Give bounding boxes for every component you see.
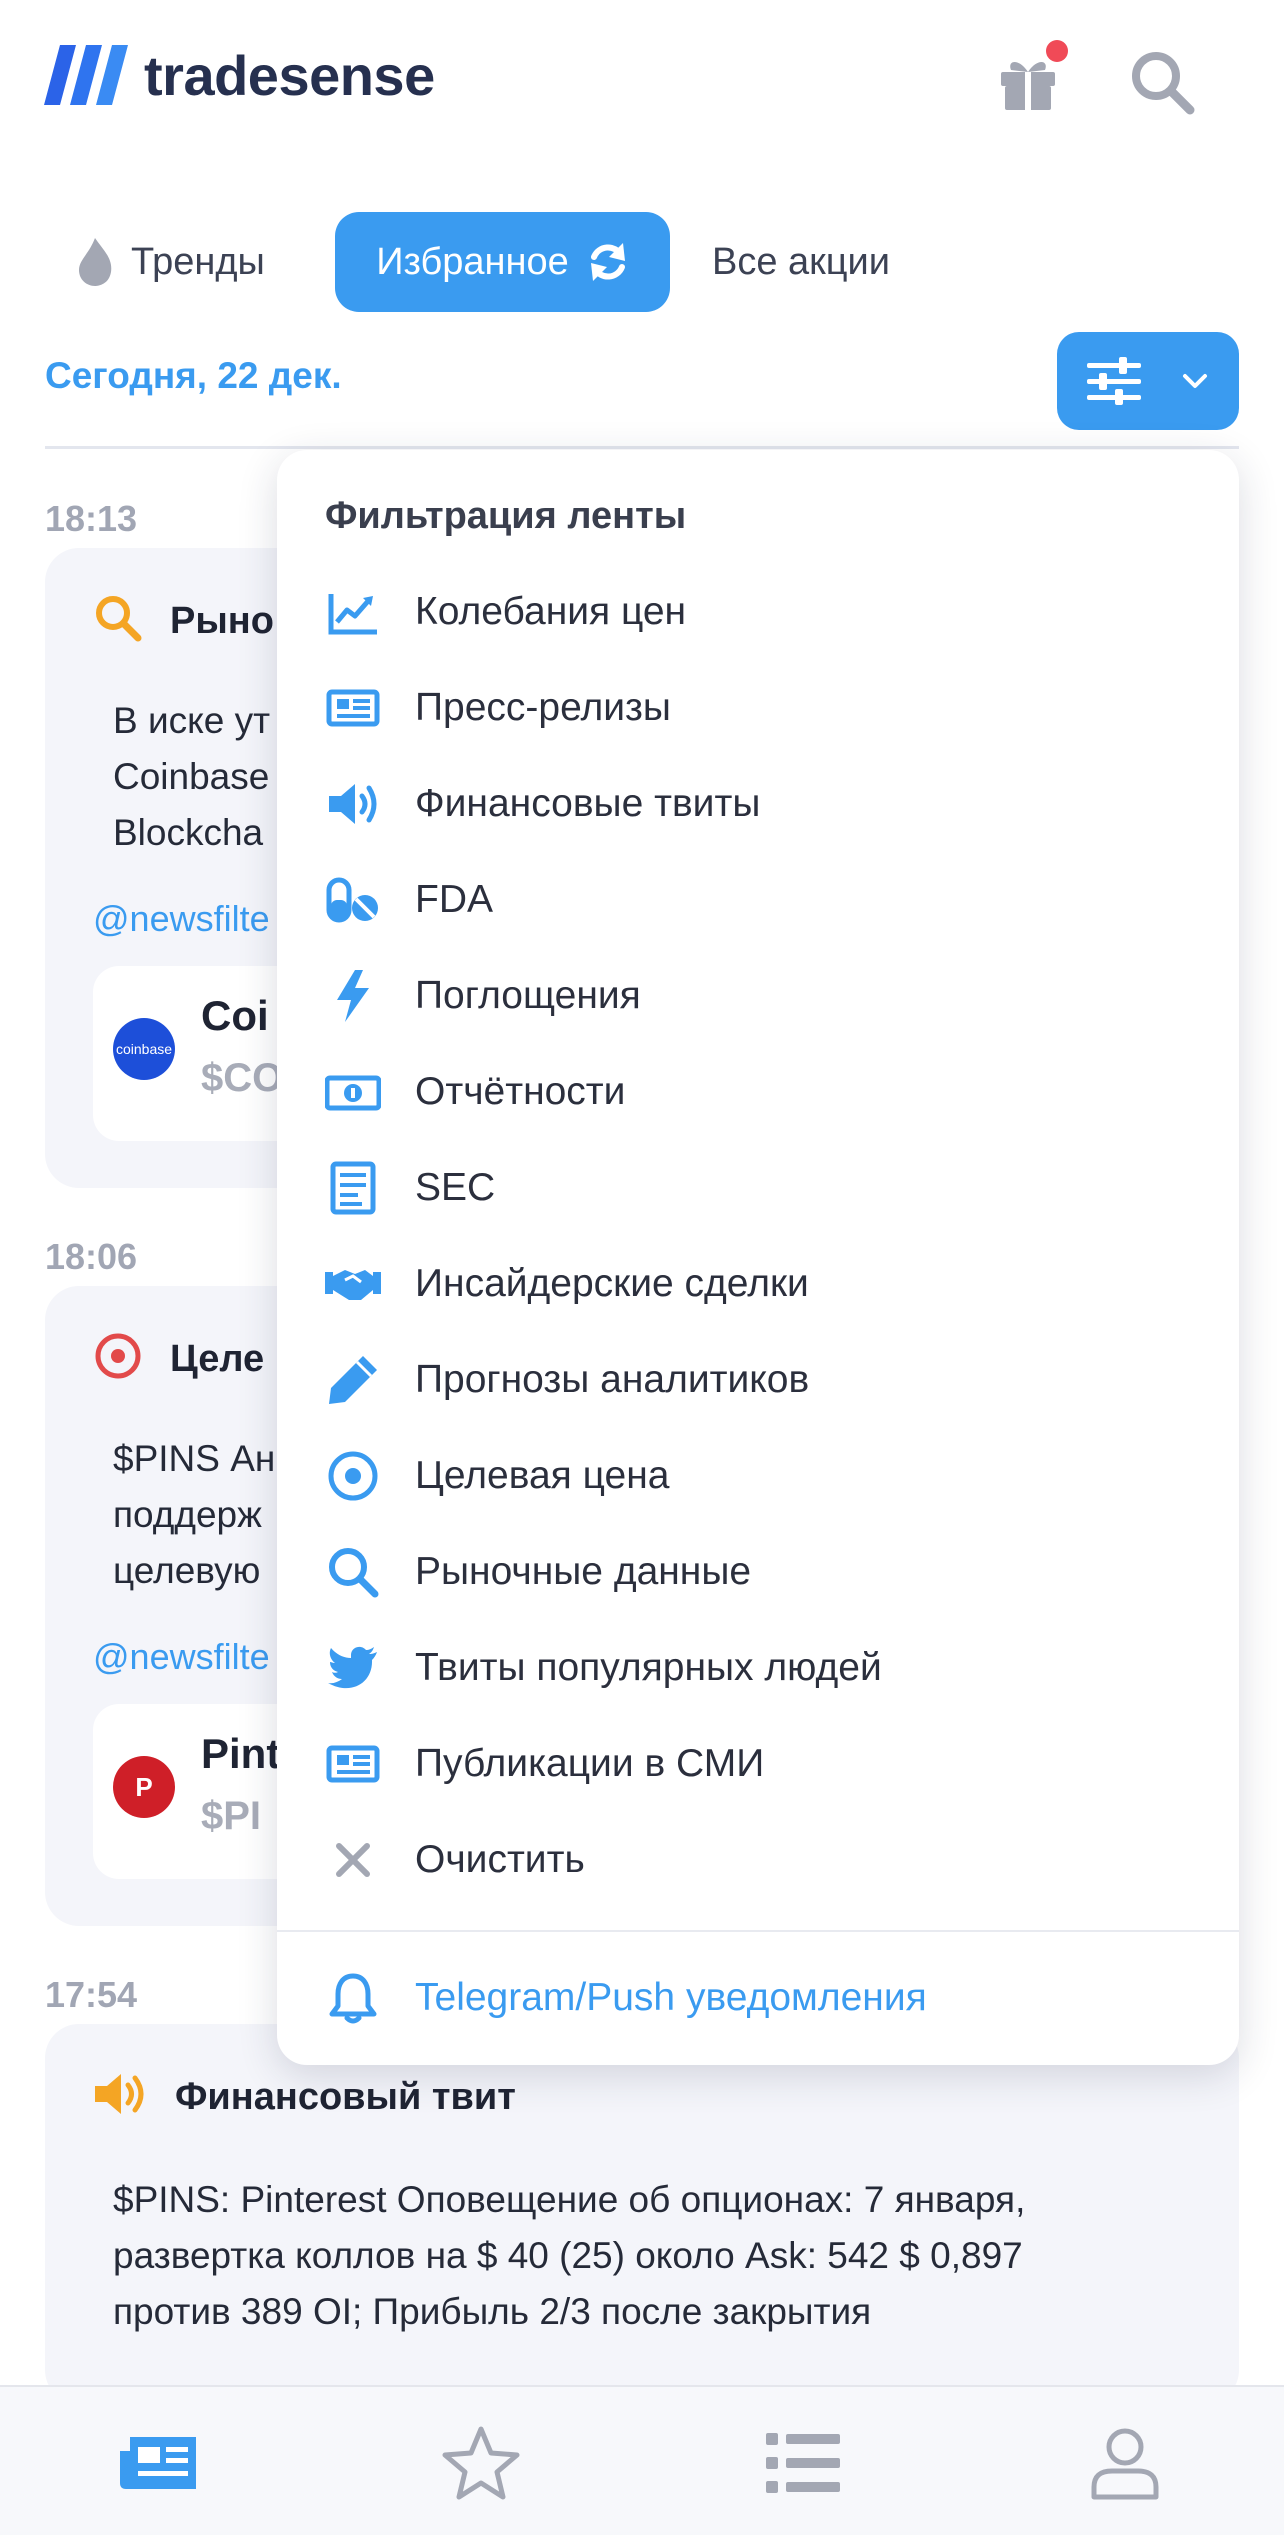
filter-item-label: Прогнозы аналитиков bbox=[415, 1358, 810, 1401]
feed-date: Сегодня, 22 дек. bbox=[45, 355, 342, 396]
fire-icon bbox=[79, 238, 112, 286]
filter-button[interactable] bbox=[1057, 332, 1239, 430]
filter-item-label: Рыночные данные bbox=[415, 1550, 752, 1593]
filter-item-media-publications[interactable]: Публикации в СМИ bbox=[277, 1724, 1239, 1804]
nav-favorites[interactable] bbox=[438, 2425, 524, 2501]
text-line: $PINS: Pinterest Оповещение об опционах:… bbox=[113, 2179, 1026, 2220]
notifications-settings-link[interactable]: Telegram/Push уведомления bbox=[277, 1958, 1239, 2038]
filter-item-label: SEC bbox=[415, 1166, 496, 1209]
feed-time: 18:06 bbox=[45, 1236, 138, 1277]
feed-time: 17:54 bbox=[45, 1974, 138, 2015]
tab-trends-label: Тренды bbox=[131, 240, 265, 283]
stock-ticker: $CO bbox=[201, 1056, 284, 1100]
news-icon bbox=[120, 2437, 196, 2489]
filter-item-label: Финансовые твиты bbox=[415, 782, 761, 825]
source-link[interactable]: @newsfilte bbox=[93, 1636, 270, 1678]
feed-time: 18:13 bbox=[45, 498, 138, 539]
newspaper-icon bbox=[325, 680, 381, 736]
feed-card-title: Целе bbox=[170, 1338, 265, 1380]
tab-all-stocks[interactable]: Все акции bbox=[712, 212, 890, 312]
coinbase-logo: coinbase bbox=[113, 1018, 175, 1080]
close-icon bbox=[325, 1832, 381, 1888]
feed-card[interactable]: Финансовый твит $PINS: Pinterest Оповеще… bbox=[45, 2024, 1239, 2404]
filter-item-label: Инсайдерские сделки bbox=[415, 1262, 809, 1305]
megaphone-icon bbox=[325, 776, 381, 832]
filter-item-price-swings[interactable]: Колебания цен bbox=[277, 572, 1239, 652]
app-header: tradesense bbox=[0, 0, 1284, 165]
brand-logo[interactable]: tradesense bbox=[44, 40, 435, 110]
pills-icon bbox=[325, 872, 381, 928]
tab-favorites-label: Избранное bbox=[376, 240, 569, 283]
magnifier-icon bbox=[96, 596, 142, 642]
filter-item-acquisitions[interactable]: Поглощения bbox=[277, 956, 1239, 1036]
brand-name: tradesense bbox=[144, 43, 435, 107]
filter-item-label: Публикации в СМИ bbox=[415, 1742, 765, 1785]
filter-item-finance-tweets[interactable]: Финансовые твиты bbox=[277, 764, 1239, 844]
bottom-navigation bbox=[0, 2385, 1284, 2535]
refresh-icon bbox=[590, 243, 625, 281]
filter-item-market-data[interactable]: Рыночные данные bbox=[277, 1532, 1239, 1612]
bell-icon bbox=[325, 1970, 381, 2026]
nav-list[interactable] bbox=[760, 2425, 846, 2501]
filter-item-press-releases[interactable]: Пресс-релизы bbox=[277, 668, 1239, 748]
nav-profile[interactable] bbox=[1082, 2425, 1168, 2501]
magnifier-icon bbox=[325, 1544, 381, 1600]
money-bill-icon bbox=[325, 1064, 381, 1120]
filter-item-fda[interactable]: FDA bbox=[277, 860, 1239, 940]
notification-dot bbox=[1046, 40, 1068, 62]
filter-item-label: Пресс-релизы bbox=[415, 686, 671, 729]
megaphone-icon bbox=[95, 2074, 144, 2114]
twitter-icon bbox=[325, 1640, 381, 1696]
filter-item-label: Поглощения bbox=[415, 974, 641, 1017]
target-icon bbox=[325, 1448, 381, 1504]
source-link[interactable]: @newsfilte bbox=[93, 898, 270, 940]
document-icon bbox=[325, 1160, 381, 1216]
text-line: против 389 OI; Прибыль 2/3 после закрыти… bbox=[113, 2291, 872, 2332]
tab-all-stocks-label: Все акции bbox=[712, 240, 891, 283]
filter-dropdown: Фильтрация ленты Колебания цен Пресс-рел… bbox=[277, 450, 1239, 2065]
stock-name: Coi bbox=[201, 992, 269, 1039]
star-icon bbox=[442, 2426, 520, 2500]
notifications-label: Telegram/Push уведомления bbox=[415, 1976, 927, 2019]
search-icon[interactable] bbox=[1128, 48, 1196, 116]
list-icon bbox=[766, 2433, 840, 2493]
pencil-icon bbox=[325, 1352, 381, 1408]
stock-ticker: $PI bbox=[201, 1794, 262, 1838]
filter-item-analyst-forecasts[interactable]: Прогнозы аналитиков bbox=[277, 1340, 1239, 1420]
filter-item-label: Целевая цена bbox=[415, 1454, 670, 1497]
dropdown-divider bbox=[277, 1930, 1239, 1932]
sliders-icon bbox=[1087, 357, 1141, 405]
filter-item-sec[interactable]: SEC bbox=[277, 1148, 1239, 1228]
filter-item-label: Очистить bbox=[415, 1838, 585, 1881]
lightning-icon bbox=[325, 968, 381, 1024]
dropdown-title: Фильтрация ленты bbox=[325, 495, 687, 537]
filter-item-target-price[interactable]: Целевая цена bbox=[277, 1436, 1239, 1516]
brand-mark-icon bbox=[44, 45, 128, 105]
filter-item-label: Отчётности bbox=[415, 1070, 626, 1113]
nav-news[interactable] bbox=[116, 2425, 202, 2501]
tab-trends[interactable]: Тренды bbox=[75, 212, 265, 312]
filter-item-earnings[interactable]: Отчётности bbox=[277, 1052, 1239, 1132]
feed-card-text: $PINS: Pinterest Оповещение об опционах:… bbox=[113, 2172, 1213, 2340]
feed-card-title: Рыно bbox=[170, 600, 274, 642]
divider bbox=[45, 446, 1239, 449]
feed-card-title: Финансовый твит bbox=[175, 2076, 516, 2118]
chevron-down-icon bbox=[1183, 374, 1207, 388]
stock-name: Pint bbox=[201, 1730, 281, 1777]
text-line: развертка коллов на $ 40 (25) около Ask:… bbox=[113, 2235, 1023, 2276]
pinterest-logo: P bbox=[113, 1756, 175, 1818]
tab-favorites[interactable]: Избранное bbox=[335, 212, 670, 312]
filter-item-label: FDA bbox=[415, 878, 493, 921]
filter-item-celebrity-tweets[interactable]: Твиты популярных людей bbox=[277, 1628, 1239, 1708]
handshake-icon bbox=[325, 1256, 381, 1312]
filter-item-insider-deals[interactable]: Инсайдерские сделки bbox=[277, 1244, 1239, 1324]
target-icon bbox=[95, 1333, 141, 1379]
filter-item-clear[interactable]: Очистить bbox=[277, 1820, 1239, 1900]
chart-line-icon bbox=[325, 584, 381, 640]
filter-item-label: Колебания цен bbox=[415, 590, 687, 633]
profile-icon bbox=[1091, 2428, 1159, 2500]
filter-item-label: Твиты популярных людей bbox=[415, 1646, 882, 1689]
newspaper-icon bbox=[325, 1736, 381, 1792]
